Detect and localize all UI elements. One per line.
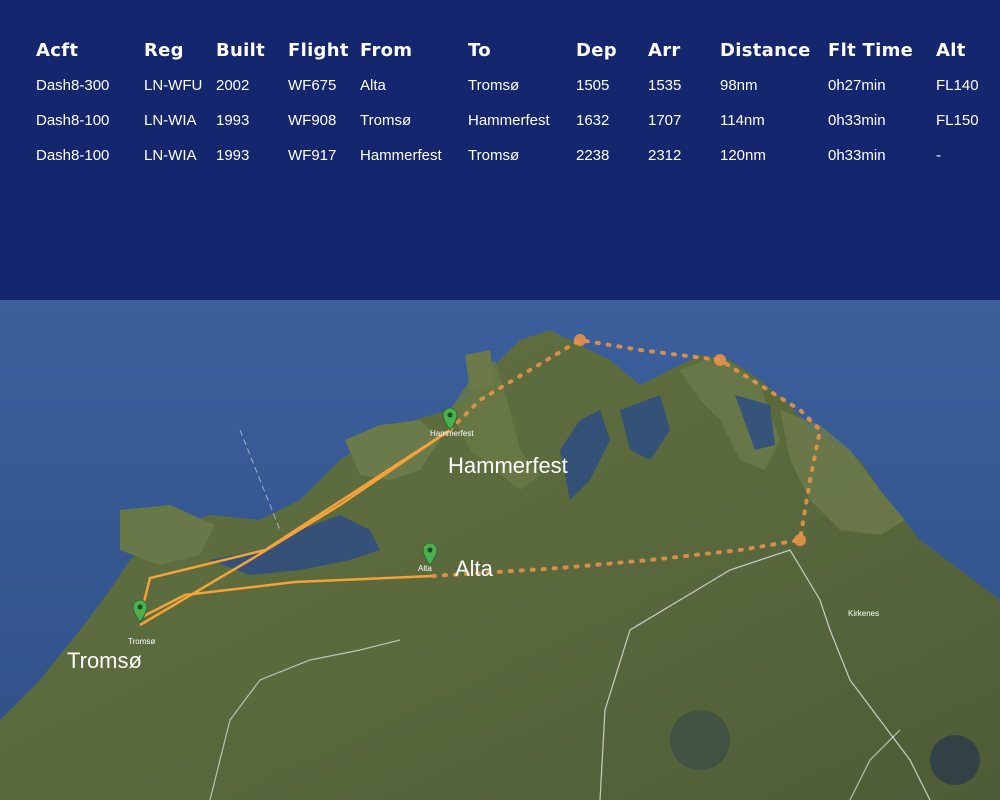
cell-to: Tromsø [468, 147, 520, 164]
col-header-flt-time: Flt Time [828, 40, 914, 61]
cell-acft: Dash8-300 [36, 77, 110, 94]
cell-flight: WF908 [288, 112, 337, 129]
cell-reg: LN-WFU [144, 77, 203, 94]
cell-flt-time: 0h33min [828, 112, 886, 129]
col-header-to: To [468, 40, 491, 61]
satellite-map[interactable]: Hammerfest Alta Tromsø Kirkenes Hammerfe… [0, 300, 1000, 800]
route-waypoint [794, 534, 806, 546]
col-header-alt: Alt [936, 40, 966, 61]
col-header-built: Built [216, 40, 265, 61]
city-small-label-hammerfest: Hammerfest [430, 429, 474, 438]
cell-distance: 120nm [720, 147, 766, 164]
lake [930, 735, 980, 785]
table-header-row: Acft Reg Built Flight From To Dep Arr Di… [36, 40, 986, 77]
cell-built: 1993 [216, 112, 250, 129]
col-header-acft: Acft [36, 40, 79, 61]
cell-flight: WF675 [288, 77, 337, 94]
map-canvas: Hammerfest Alta Tromsø Kirkenes Hammerfe… [0, 300, 1000, 800]
col-header-arr: Arr [648, 40, 681, 61]
table-row: Dash8-100 LN-WIA 1993 WF917 Hammerfest T… [36, 147, 986, 182]
cell-dep: 1632 [576, 112, 610, 129]
cell-acft: Dash8-100 [36, 147, 110, 164]
pin-dot [137, 604, 143, 610]
cell-to: Hammerfest [468, 112, 550, 129]
cell-arr: 1535 [648, 77, 682, 94]
cell-dep: 2238 [576, 147, 610, 164]
cell-flt-time: 0h27min [828, 77, 886, 94]
route-waypoint [714, 354, 726, 366]
city-label-alta: Alta [455, 556, 494, 581]
cell-to: Tromsø [468, 77, 520, 94]
cell-alt: FL140 [936, 77, 979, 94]
city-label-tromso: Tromsø [67, 648, 142, 673]
col-header-distance: Distance [720, 40, 811, 61]
flight-table: Acft Reg Built Flight From To Dep Arr Di… [36, 40, 986, 182]
pin-dot [427, 547, 433, 553]
col-header-reg: Reg [144, 40, 184, 61]
cell-distance: 114nm [720, 112, 765, 129]
cell-from: Hammerfest [360, 147, 442, 164]
cell-flt-time: 0h33min [828, 147, 886, 164]
pin-dot [447, 412, 453, 418]
cell-reg: LN-WIA [144, 112, 197, 129]
col-header-from: From [360, 40, 413, 61]
city-small-label-kirkenes: Kirkenes [848, 609, 879, 618]
route-waypoint [574, 334, 586, 346]
cell-from: Tromsø [360, 112, 412, 129]
cell-built: 2002 [216, 77, 250, 94]
cell-alt: FL150 [936, 112, 979, 129]
cell-distance: 98nm [720, 77, 758, 94]
flight-table-panel: Acft Reg Built Flight From To Dep Arr Di… [0, 0, 1000, 300]
col-header-dep: Dep [576, 40, 617, 61]
col-header-flight: Flight [288, 40, 349, 61]
city-label-hammerfest: Hammerfest [448, 453, 568, 478]
city-small-label-alta: Alta [418, 564, 432, 573]
cell-dep: 1505 [576, 77, 610, 94]
table-row: Dash8-100 LN-WIA 1993 WF908 Tromsø Hamme… [36, 112, 986, 147]
city-small-label-tromso: Tromsø [128, 637, 155, 646]
cell-from: Alta [360, 77, 386, 94]
lake [670, 710, 730, 770]
island [465, 350, 495, 390]
table-row: Dash8-300 LN-WFU 2002 WF675 Alta Tromsø … [36, 77, 986, 112]
cell-built: 1993 [216, 147, 250, 164]
cell-arr: 1707 [648, 112, 682, 129]
cell-flight: WF917 [288, 147, 337, 164]
cell-reg: LN-WIA [144, 147, 197, 164]
cell-arr: 2312 [648, 147, 682, 164]
cell-alt: - [936, 147, 941, 164]
cell-acft: Dash8-100 [36, 112, 110, 129]
